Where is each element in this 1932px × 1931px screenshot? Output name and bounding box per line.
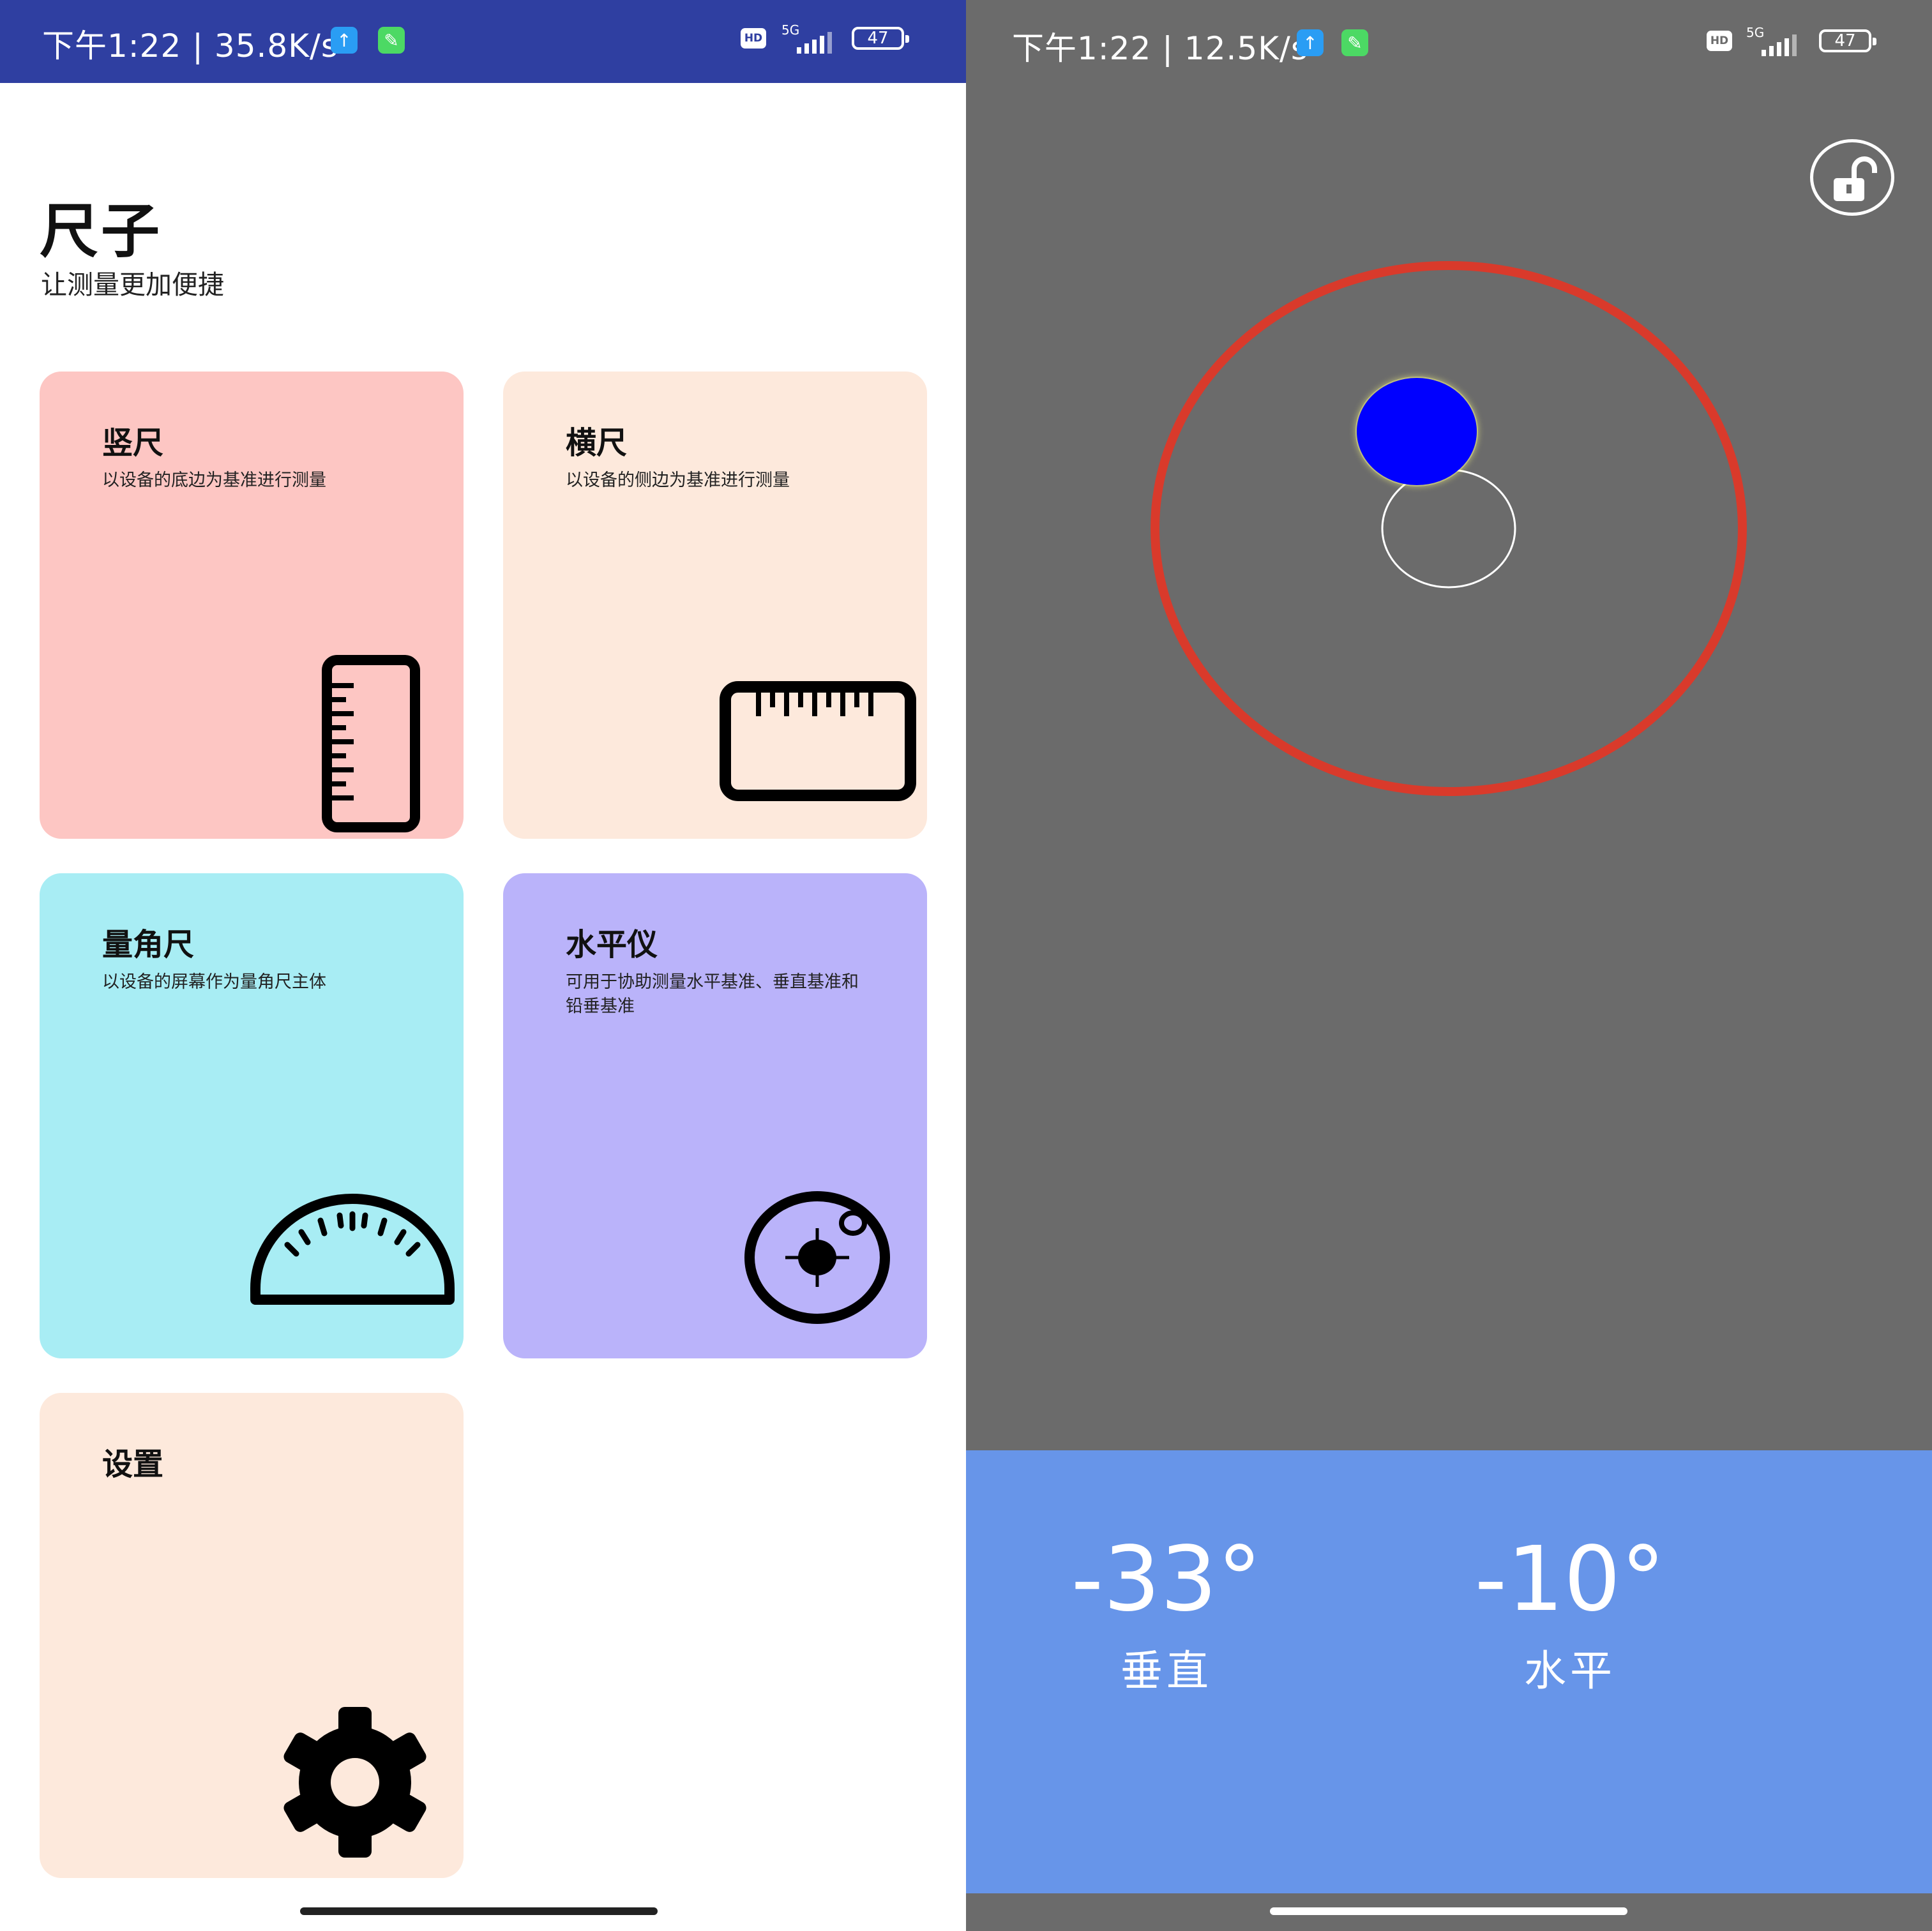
home-indicator[interactable] bbox=[1270, 1907, 1627, 1915]
card-title: 水平仪 bbox=[566, 927, 658, 963]
wrench-icon: ✎ bbox=[1341, 29, 1368, 56]
horizontal-angle-value: -10° bbox=[1474, 1528, 1666, 1632]
ruler-home-screen: 下午1:22 | 35.8K/s ↑ ✎ HD 5G 47 尺子 让测量更加便捷… bbox=[0, 0, 966, 1931]
level-center-target bbox=[1381, 469, 1516, 589]
level-outer-ring bbox=[1151, 261, 1747, 796]
battery-icon: 47 bbox=[852, 27, 909, 50]
card-title: 量角尺 bbox=[102, 927, 195, 963]
card-vertical-ruler[interactable]: 竖尺 以设备的底边为基准进行测量 bbox=[40, 372, 464, 839]
card-settings[interactable]: 设置 bbox=[40, 1393, 464, 1878]
horizontal-angle: -10° 水平 bbox=[1436, 1532, 1704, 1698]
vertical-ruler-icon bbox=[322, 655, 420, 832]
card-horizontal-ruler[interactable]: 横尺 以设备的侧边为基准进行测量 bbox=[503, 372, 927, 839]
horizontal-ruler-icon bbox=[720, 681, 916, 801]
protractor-icon bbox=[250, 1194, 455, 1305]
card-protractor[interactable]: 量角尺 以设备的屏幕作为量角尺主体 bbox=[40, 873, 464, 1358]
hd-icon: HD bbox=[741, 28, 766, 49]
lock-toggle-button[interactable] bbox=[1810, 139, 1894, 216]
gear-icon bbox=[283, 1707, 426, 1858]
status-time-speed: 下午1:22 | 12.5K/s bbox=[1012, 30, 1308, 67]
vertical-angle-label: 垂直 bbox=[1121, 1646, 1212, 1695]
wrench-icon: ✎ bbox=[378, 27, 405, 54]
card-description: 可用于协助测量水平基准、垂直基准和铅垂基准 bbox=[566, 972, 859, 1016]
angle-readout-panel: -33° 垂直 -10° 水平 bbox=[966, 1450, 1932, 1893]
upload-icon: ↑ bbox=[331, 27, 358, 54]
card-title: 横尺 bbox=[566, 425, 628, 461]
status-bar: 下午1:22 | 35.8K/s ↑ ✎ HD 5G 47 bbox=[0, 0, 966, 83]
level-icon bbox=[744, 1191, 890, 1324]
level-bubble-core bbox=[1357, 378, 1477, 485]
card-title: 设置 bbox=[102, 1446, 164, 1482]
page-subtitle: 让测量更加便捷 bbox=[41, 269, 224, 300]
level-screen: 下午1:22 | 12.5K/s ↑ ✎ HD 5G 47 -33° 垂直 -1… bbox=[966, 0, 1932, 1931]
battery-icon: 47 bbox=[1819, 29, 1876, 52]
card-title: 竖尺 bbox=[102, 425, 164, 461]
unlock-icon bbox=[1834, 156, 1877, 201]
vertical-angle: -33° 垂直 bbox=[1032, 1532, 1301, 1698]
signal-icon: 5G bbox=[781, 22, 832, 54]
card-description: 以设备的侧边为基准进行测量 bbox=[566, 470, 790, 490]
card-level[interactable]: 水平仪 可用于协助测量水平基准、垂直基准和铅垂基准 bbox=[503, 873, 927, 1358]
page-title: 尺子 bbox=[40, 197, 163, 266]
horizontal-angle-label: 水平 bbox=[1524, 1646, 1616, 1695]
vertical-angle-value: -33° bbox=[1071, 1528, 1262, 1632]
card-description: 以设备的屏幕作为量角尺主体 bbox=[102, 972, 326, 992]
status-bar: 下午1:22 | 12.5K/s ↑ ✎ HD 5G 47 bbox=[966, 0, 1932, 83]
network-type: 5G bbox=[1746, 25, 1764, 40]
bubble-level bbox=[1151, 261, 1747, 796]
hd-icon: HD bbox=[1707, 31, 1732, 51]
home-indicator[interactable] bbox=[300, 1907, 658, 1915]
status-time-speed: 下午1:22 | 35.8K/s bbox=[42, 27, 338, 64]
upload-icon: ↑ bbox=[1297, 29, 1324, 56]
network-type: 5G bbox=[781, 22, 799, 38]
signal-icon: 5G bbox=[1746, 25, 1797, 56]
card-description: 以设备的底边为基准进行测量 bbox=[102, 470, 326, 490]
